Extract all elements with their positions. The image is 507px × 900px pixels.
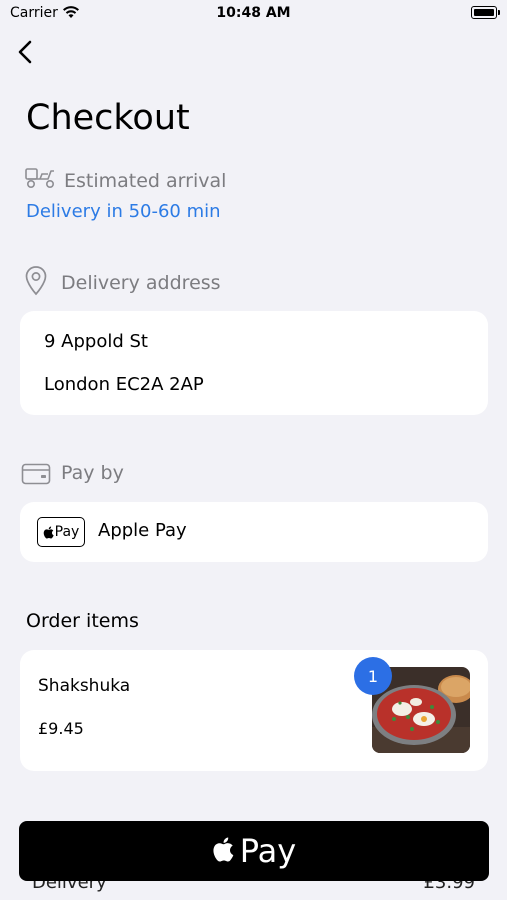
chevron-left-icon (18, 40, 32, 64)
address-line-2: London EC2A 2AP (44, 374, 204, 395)
eta-label: Estimated arrival (64, 170, 227, 192)
credit-card-icon (21, 463, 51, 485)
order-items-label: Order items (26, 610, 139, 632)
apple-pay-button-label: Pay (239, 832, 297, 870)
payment-method-label: Apple Pay (98, 520, 187, 541)
page-title: Checkout (26, 98, 190, 138)
apple-logo-icon (43, 526, 54, 539)
order-item-name: Shakshuka (38, 676, 131, 696)
back-button[interactable] (10, 34, 40, 70)
address-line-1: 9 Appold St (44, 331, 148, 352)
location-pin-icon (25, 266, 47, 296)
order-item-price: £9.45 (38, 719, 84, 738)
apple-pay-badge: Pay (37, 517, 85, 547)
payment-method-card[interactable] (20, 502, 488, 562)
status-bar: Carrier 10:48 AM (0, 0, 507, 30)
pay-by-label: Pay by (61, 462, 124, 484)
apple-pay-badge-label: Pay (54, 524, 80, 540)
address-card[interactable] (20, 311, 488, 415)
battery-icon (471, 6, 500, 19)
clock: 10:48 AM (216, 5, 291, 21)
apple-pay-button[interactable]: Pay (19, 821, 489, 881)
scooter-icon (25, 168, 54, 189)
quantity-badge: 1 (354, 657, 392, 695)
address-label: Delivery address (61, 272, 221, 294)
eta-value: Delivery in 50-60 min (26, 201, 221, 222)
apple-logo-icon (213, 837, 234, 862)
